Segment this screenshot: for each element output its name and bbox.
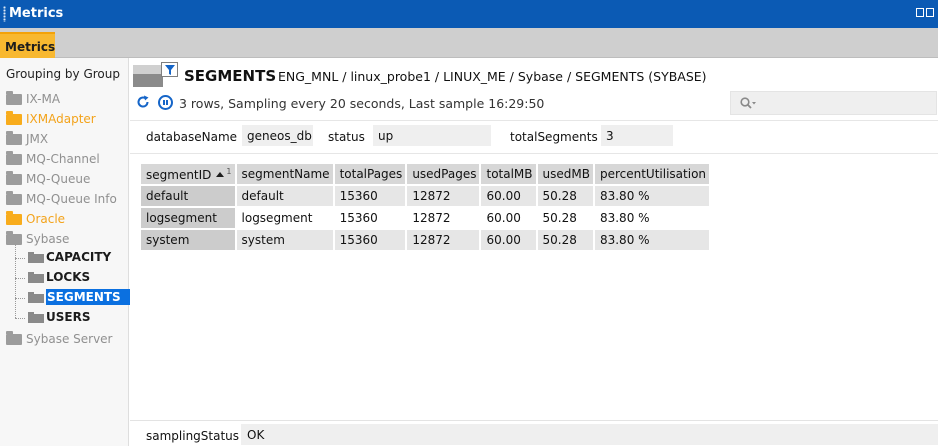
headline-name: status bbox=[328, 130, 365, 144]
table-row[interactable]: system system 15360 12872 60.00 50.28 83… bbox=[141, 230, 710, 250]
cell-usedmb[interactable]: 50.28 bbox=[537, 208, 593, 228]
window-title: Metrics bbox=[9, 6, 64, 21]
table-row[interactable]: logsegment logsegment 15360 12872 60.00 … bbox=[141, 208, 710, 228]
tab-metrics[interactable]: Metrics bbox=[0, 32, 55, 58]
folder-icon bbox=[6, 151, 22, 165]
cell-percentutilisation[interactable]: 83.80 % bbox=[594, 208, 710, 228]
headline-bar: databaseName geneos_db status up totalSe… bbox=[130, 120, 938, 154]
sort-index: 1 bbox=[226, 166, 232, 176]
folder-icon bbox=[6, 191, 22, 205]
footer-value[interactable]: OK bbox=[241, 424, 938, 445]
cell-totalpages[interactable]: 15360 bbox=[334, 208, 406, 228]
cell-percentutilisation[interactable]: 83.80 % bbox=[594, 230, 710, 250]
dataview-name: SEGMENTS bbox=[184, 67, 277, 85]
cell-percentutilisation[interactable]: 83.80 % bbox=[594, 186, 710, 206]
footer-name: samplingStatus bbox=[146, 429, 240, 443]
folder-icon bbox=[6, 231, 22, 245]
cell-segmentname[interactable]: default bbox=[236, 186, 333, 206]
folder-icon bbox=[6, 111, 22, 125]
column-header-segmentid[interactable]: segmentID 1 bbox=[141, 164, 235, 184]
column-header-segmentname[interactable]: segmentName bbox=[236, 164, 333, 184]
headline-value[interactable]: geneos_db bbox=[242, 125, 313, 146]
cell-usedpages[interactable]: 12872 bbox=[407, 230, 480, 250]
cell-usedpages[interactable]: 12872 bbox=[407, 186, 480, 206]
cell-totalpages[interactable]: 15360 bbox=[334, 186, 406, 206]
column-header-percentutilisation[interactable]: percentUtilisation bbox=[594, 164, 710, 184]
cell-segmentid[interactable]: logsegment bbox=[141, 208, 235, 228]
headline-value[interactable]: up bbox=[373, 125, 491, 146]
search-icon bbox=[740, 97, 756, 109]
cell-totalmb[interactable]: 60.00 bbox=[481, 208, 536, 228]
filter-icon[interactable] bbox=[161, 62, 178, 77]
title-bar: Metrics bbox=[0, 0, 938, 28]
dataview-icon bbox=[28, 252, 44, 263]
cell-usedpages[interactable]: 12872 bbox=[407, 208, 480, 228]
tree-connector bbox=[15, 258, 25, 259]
column-header-totalmb[interactable]: totalMB bbox=[481, 164, 536, 184]
tree-connector bbox=[15, 298, 25, 299]
search-input[interactable] bbox=[761, 94, 931, 112]
tree-connector bbox=[15, 243, 16, 318]
dataview-path: ENG_MNL / linux_probe1 / LINUX_ME / Syba… bbox=[278, 69, 707, 84]
cell-segmentid[interactable]: default bbox=[141, 186, 235, 206]
refresh-icon[interactable] bbox=[136, 95, 150, 109]
footer-headline: samplingStatus OK bbox=[130, 420, 938, 446]
tree-connector bbox=[15, 318, 25, 319]
tree-connector bbox=[15, 278, 25, 279]
sort-ascending-icon bbox=[216, 171, 225, 177]
folder-icon bbox=[6, 131, 22, 145]
cell-totalmb[interactable]: 60.00 bbox=[481, 230, 536, 250]
table-row[interactable]: default default 15360 12872 60.00 50.28 … bbox=[141, 186, 710, 206]
column-header-usedmb[interactable]: usedMB bbox=[537, 164, 593, 184]
folder-icon bbox=[6, 171, 22, 185]
headline-value[interactable]: 3 bbox=[601, 125, 673, 146]
dataview-header: SEGMENTS ENG_MNL / linux_probe1 / LINUX_… bbox=[130, 58, 938, 118]
window-buttons-icon[interactable] bbox=[916, 8, 934, 17]
dataview-panel: SEGMENTS ENG_MNL / linux_probe1 / LINUX_… bbox=[130, 58, 938, 446]
cell-segmentname[interactable]: system bbox=[236, 230, 333, 250]
dataview-icon bbox=[28, 272, 44, 283]
data-table: segmentID 1 segmentName totalPages usedPa… bbox=[139, 162, 711, 252]
dataview-icon bbox=[28, 312, 44, 323]
sidebar-heading: Grouping by Group bbox=[6, 67, 120, 81]
search-box[interactable] bbox=[730, 91, 937, 115]
headline-name: databaseName bbox=[146, 130, 238, 144]
sample-info: 3 rows, Sampling every 20 seconds, Last … bbox=[179, 96, 545, 111]
dataview-icon bbox=[133, 65, 163, 87]
folder-icon bbox=[6, 211, 22, 225]
headline-name: totalSegments bbox=[510, 130, 598, 144]
pause-icon[interactable] bbox=[158, 95, 173, 110]
cell-segmentid[interactable]: system bbox=[141, 230, 235, 250]
dataview-icon bbox=[28, 292, 44, 303]
cell-usedmb[interactable]: 50.28 bbox=[537, 186, 593, 206]
table-header-row: segmentID 1 segmentName totalPages usedPa… bbox=[141, 164, 710, 184]
sidebar: Grouping by Group IX-MA IXMAdapter JMX M… bbox=[0, 58, 139, 446]
tab-strip: Metrics bbox=[0, 28, 938, 58]
cell-usedmb[interactable]: 50.28 bbox=[537, 230, 593, 250]
cell-totalmb[interactable]: 60.00 bbox=[481, 186, 536, 206]
column-header-totalpages[interactable]: totalPages bbox=[334, 164, 406, 184]
grip-icon[interactable] bbox=[3, 6, 6, 22]
column-header-usedpages[interactable]: usedPages bbox=[407, 164, 480, 184]
folder-icon bbox=[6, 331, 22, 345]
folder-icon bbox=[6, 91, 22, 105]
cell-segmentname[interactable]: logsegment bbox=[236, 208, 333, 228]
cell-totalpages[interactable]: 15360 bbox=[334, 230, 406, 250]
